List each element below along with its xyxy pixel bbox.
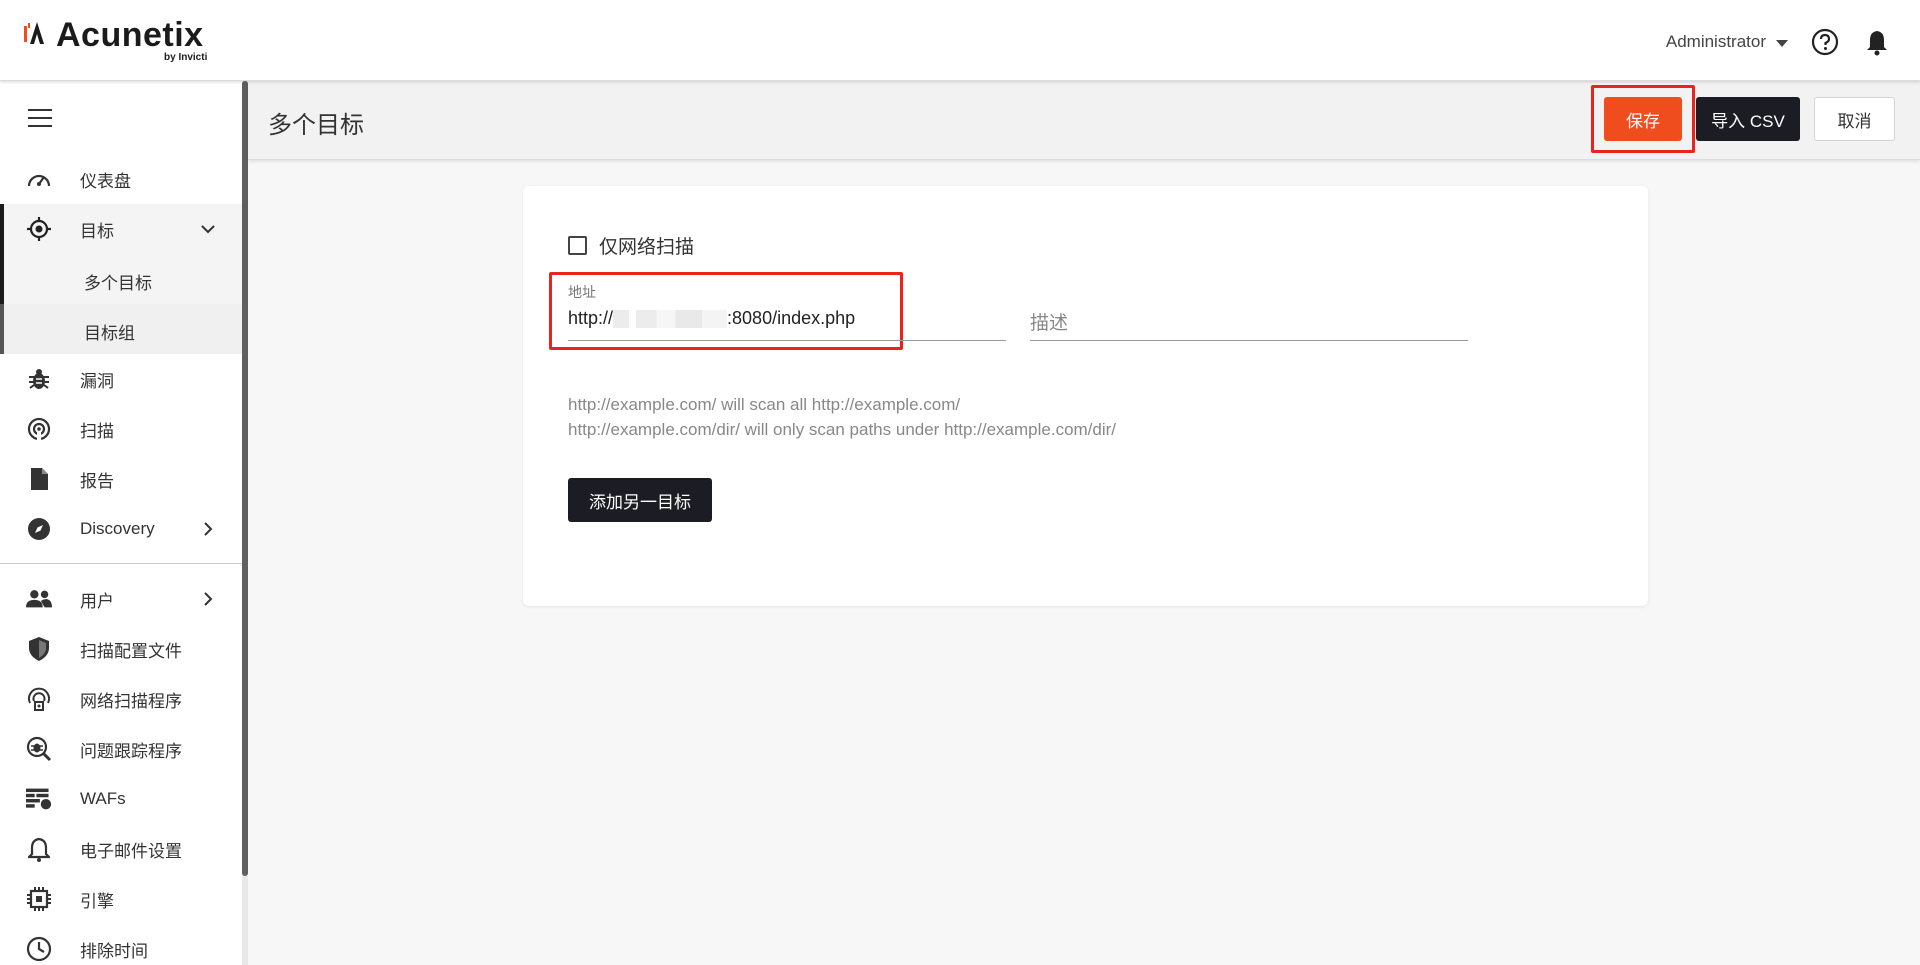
dashboard-icon	[26, 167, 52, 191]
user-menu[interactable]: Administrator	[1666, 32, 1788, 52]
description-label-spacer	[1030, 282, 1468, 302]
clock-icon	[26, 936, 52, 962]
bell-outline-icon	[26, 837, 52, 862]
help-circle-icon[interactable]	[1810, 27, 1840, 57]
sidebar-item-scans[interactable]: 扫描	[0, 404, 242, 454]
url-help-text: http://example.com/ will scan all http:/…	[568, 392, 1116, 442]
sidebar-item-email-settings[interactable]: 电子邮件设置	[0, 824, 242, 874]
add-another-target-button[interactable]: 添加另一目标	[568, 478, 712, 522]
network-scanner-icon	[26, 687, 52, 711]
sidebar-scrollbar-thumb[interactable]	[242, 81, 248, 876]
top-right-controls: Administrator	[1666, 24, 1892, 60]
sidebar-item-network-scanner[interactable]: 网络扫描程序	[0, 674, 242, 724]
address-prefix: http://	[568, 308, 614, 328]
firewall-icon	[26, 787, 52, 811]
acunetix-logo[interactable]: Acunetix by Invicti	[24, 16, 224, 64]
address-field[interactable]: 地址 http:// :8080/index.php	[568, 282, 1006, 341]
sidebar-item-label: 引擎	[80, 891, 114, 911]
description-underline	[1030, 340, 1468, 341]
sidebar-scrollbar[interactable]	[242, 81, 248, 965]
scan-icon	[26, 417, 52, 441]
sidebar-item-reports[interactable]: 报告	[0, 454, 242, 504]
cancel-button[interactable]: 取消	[1814, 97, 1895, 141]
sidebar-item-label: 排除时间	[80, 941, 148, 961]
logo-subtext: by Invicti	[164, 52, 208, 63]
sidebar-divider	[0, 563, 242, 564]
bug-icon	[26, 367, 52, 391]
sidebar-subitem-label: 多个目标	[84, 274, 152, 293]
page-title: 多个目标	[268, 112, 364, 139]
sidebar-subitem-multiple-targets[interactable]: 多个目标	[0, 254, 242, 304]
sidebar-item-wafs[interactable]: WAFs	[0, 774, 242, 824]
caret-down-icon	[1776, 40, 1788, 47]
chevron-right-icon	[204, 522, 213, 536]
sidebar-item-targets[interactable]: 目标	[0, 204, 242, 254]
save-button[interactable]: 保存	[1604, 97, 1682, 141]
sidebar-item-label: 扫描配置文件	[80, 641, 182, 661]
address-suffix: :8080/index.php	[727, 308, 856, 328]
sidebar-item-vulnerabilities[interactable]: 漏洞	[0, 354, 242, 404]
chevron-down-icon	[201, 225, 215, 234]
network-only-option[interactable]: 仅网络扫描	[568, 232, 694, 259]
chip-icon	[26, 887, 52, 911]
sidebar-item-issue-trackers[interactable]: 问题跟踪程序	[0, 724, 242, 774]
sidebar-item-label: 网络扫描程序	[80, 691, 182, 711]
sidebar-item-label: 目标	[80, 221, 114, 241]
network-only-label: 仅网络扫描	[599, 237, 695, 258]
sidebar-item-engines[interactable]: 引擎	[0, 874, 242, 924]
add-targets-card: 仅网络扫描 地址 http:// :8080/index.php 描述 http:…	[523, 186, 1648, 606]
sidebar-item-excluded-hours[interactable]: 排除时间	[0, 924, 242, 965]
sidebar-item-label: WAFs	[80, 789, 126, 808]
sidebar-item-label: 漏洞	[80, 371, 114, 391]
chevron-right-icon	[204, 592, 213, 606]
issue-tracker-icon	[26, 736, 52, 762]
report-icon	[26, 467, 52, 491]
sidebar-item-scan-profiles[interactable]: 扫描配置文件	[0, 624, 242, 674]
redacted-host	[613, 310, 728, 329]
compass-icon	[26, 517, 52, 541]
network-only-checkbox[interactable]	[568, 236, 587, 255]
user-name: Administrator	[1665, 32, 1766, 51]
address-input[interactable]: http:// :8080/index.php	[568, 308, 1006, 334]
sidebar-item-discovery[interactable]: Discovery	[0, 504, 242, 554]
bell-icon[interactable]	[1862, 27, 1892, 57]
top-bar: Acunetix by Invicti Administrator	[0, 0, 1920, 81]
address-label: 地址	[568, 284, 596, 300]
page-header: 多个目标 保存 导入 CSV 取消	[248, 81, 1920, 160]
import-csv-button[interactable]: 导入 CSV	[1696, 97, 1800, 141]
sidebar-item-label: 用户	[80, 591, 114, 611]
sidebar-item-label: 扫描	[80, 421, 114, 441]
sidebar-item-users[interactable]: 用户	[0, 574, 242, 624]
sidebar-item-label: 仪表盘	[80, 171, 131, 191]
sidebar-item-label: 电子邮件设置	[80, 841, 182, 861]
users-icon	[26, 587, 52, 611]
description-field[interactable]: 描述	[1030, 282, 1468, 341]
help-line-1: http://example.com/ will scan all http:/…	[568, 395, 961, 414]
address-underline	[568, 340, 1006, 341]
sidebar-subitem-label: 目标组	[84, 324, 135, 343]
sidebar-subitem-target-groups[interactable]: 目标组	[0, 304, 242, 354]
sidebar-item-label: Discovery	[80, 519, 155, 538]
sidebar: 仪表盘 目标 多个目标 目标组 漏洞 扫描 报告 Discovery 用户 扫描…	[0, 81, 248, 965]
hamburger-menu-icon[interactable]	[28, 109, 52, 127]
logo-text: Acunetix	[56, 16, 204, 54]
sidebar-item-label: 报告	[80, 471, 114, 491]
description-input[interactable]: 描述	[1030, 308, 1468, 334]
help-line-2: http://example.com/dir/ will only scan p…	[568, 420, 1117, 439]
sidebar-item-dashboard[interactable]: 仪表盘	[0, 154, 242, 204]
sidebar-item-label: 问题跟踪程序	[80, 741, 182, 761]
target-icon	[26, 217, 52, 241]
acunetix-logo-icon	[24, 22, 44, 44]
shield-icon	[26, 637, 52, 661]
